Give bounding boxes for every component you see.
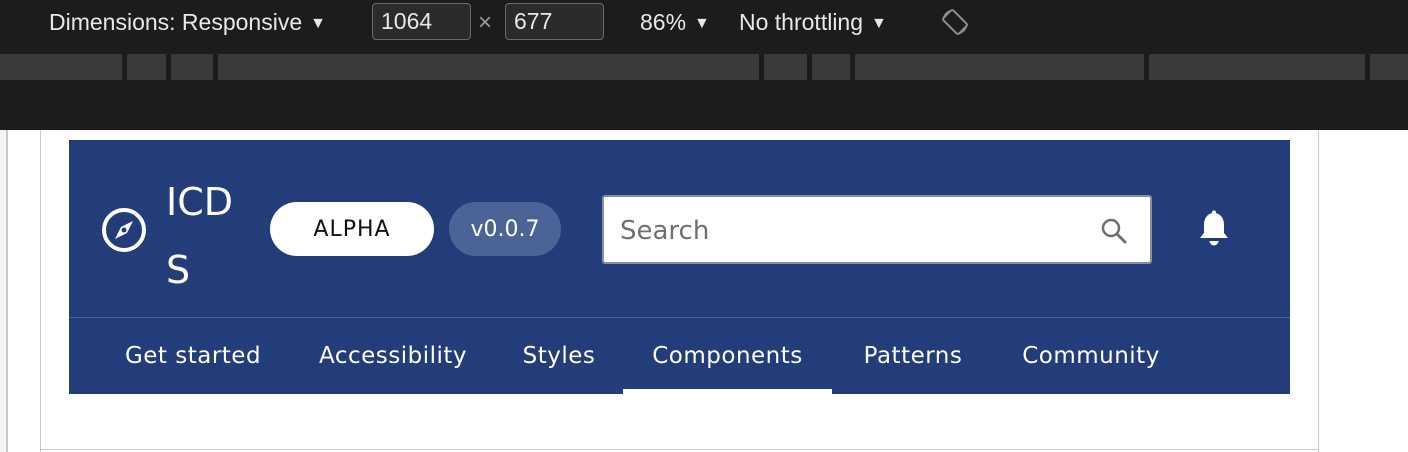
nav-item-components[interactable]: Components	[623, 318, 832, 394]
media-query-segment[interactable]	[855, 54, 1144, 80]
search-box	[602, 195, 1152, 264]
search-icon[interactable]	[1100, 217, 1128, 249]
zoom-dropdown[interactable]: 86% ▼	[640, 9, 710, 36]
times-icon: ×	[478, 9, 493, 36]
media-query-segment[interactable]	[1370, 54, 1408, 80]
media-query-bar	[0, 48, 1408, 86]
zoom-label: 86%	[640, 9, 687, 35]
viewport-border	[40, 449, 1319, 450]
device-toolbar: Dimensions: Responsive ▼ × 86% ▼ No thrott…	[0, 0, 1408, 48]
nav-item-patterns[interactable]: Patterns	[845, 318, 981, 394]
dimensions-dropdown[interactable]: Dimensions: Responsive ▼	[49, 9, 326, 36]
rotate-icon[interactable]	[940, 7, 970, 43]
height-input[interactable]	[505, 3, 604, 40]
media-query-segment[interactable]	[218, 54, 759, 80]
media-query-segment[interactable]	[812, 54, 850, 80]
media-query-segment[interactable]	[0, 54, 122, 80]
media-query-segment[interactable]	[171, 54, 213, 80]
throttling-label: No throttling	[739, 9, 864, 35]
nav-item-styles[interactable]: Styles	[509, 318, 609, 394]
version-badge: v0.0.7	[449, 202, 561, 256]
nav-item-community[interactable]: Community	[1004, 318, 1178, 394]
media-query-segment[interactable]	[764, 54, 807, 80]
site-logo-text[interactable]: ICDS	[166, 168, 246, 304]
viewport-border	[40, 130, 41, 452]
compass-icon[interactable]	[101, 207, 147, 257]
resize-handle[interactable]	[0, 130, 8, 452]
nav-item-accessibility[interactable]: Accessibility	[301, 318, 485, 394]
search-input[interactable]	[618, 207, 1082, 254]
width-input[interactable]	[372, 3, 471, 40]
ruler-bar	[0, 86, 1408, 130]
chevron-down-icon: ▼	[310, 15, 326, 32]
primary-nav: Get started Accessibility Styles Compone…	[69, 318, 1290, 394]
dimensions-label: Dimensions: Responsive	[49, 9, 303, 35]
chevron-down-icon: ▼	[694, 15, 710, 32]
media-query-segment[interactable]	[127, 54, 166, 80]
viewport-border	[1318, 130, 1319, 452]
alpha-badge: ALPHA	[270, 202, 434, 256]
chevron-down-icon: ▼	[871, 15, 887, 32]
throttling-dropdown[interactable]: No throttling ▼	[739, 9, 887, 36]
media-query-segment[interactable]	[1149, 54, 1365, 80]
site-header: ICDS ALPHA v0.0.7 Get started Accessibil…	[69, 140, 1290, 394]
bell-icon[interactable]	[1197, 210, 1231, 252]
nav-item-get-started[interactable]: Get started	[109, 318, 277, 394]
